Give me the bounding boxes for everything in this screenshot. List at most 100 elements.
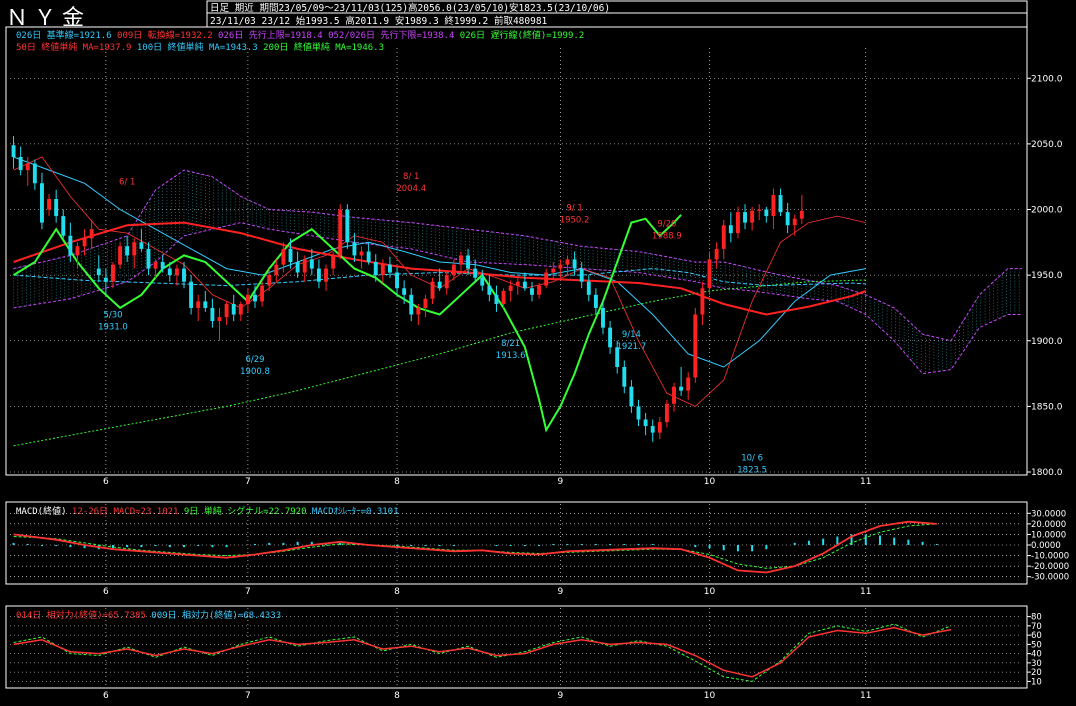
rsi-lines: [13, 623, 952, 682]
header-line-2: 23/11/03 23/12 始1993.5 高2011.9 安1989.3 終…: [210, 15, 548, 27]
rsi-legend: 014日 相対力(終値)=65.7385 009日 相対力(終値)=68.433…: [16, 609, 281, 621]
candle-body: [459, 255, 463, 265]
main-legend-row-2-item: 200日 終値単純 MA=1946.3: [258, 41, 384, 53]
price-annotation: 5/30: [103, 310, 122, 320]
candle-body: [189, 281, 194, 308]
candle-body: [11, 145, 16, 157]
rsi9-line: [13, 623, 952, 682]
chart-root: ＮＹ金 日足 期近 期間23/05/09～23/11/03(125)高2056.…: [5, 0, 1069, 701]
candle-body: [402, 288, 407, 295]
price-annotation: 2004.4: [396, 184, 426, 194]
price-annotation: 9/14: [622, 330, 641, 340]
candle-body: [437, 281, 442, 289]
candle-body: [82, 238, 87, 247]
candle-body: [380, 264, 385, 276]
macd-xtick-label: 8: [394, 587, 400, 597]
macd-histogram: [12, 534, 938, 552]
candle-body: [224, 304, 229, 318]
price-annotation: 9/ 1: [566, 204, 582, 214]
candle-body: [565, 259, 570, 265]
rsi-xtick-label: 7: [245, 691, 251, 701]
candle-body: [593, 294, 598, 308]
candle-body: [210, 307, 215, 322]
candle-body: [68, 235, 73, 256]
macd-xtick-label: 11: [860, 587, 871, 597]
header-line-1: 日足 期近 期間23/05/09～23/11/03(125)高2056.0(23…: [210, 2, 610, 14]
rsi-xtick-label: 6: [103, 691, 109, 701]
candle-body: [636, 406, 641, 420]
candle-body: [352, 242, 357, 256]
price-annotation: 8/21: [501, 339, 520, 349]
candle-body: [572, 259, 577, 269]
candle-body: [778, 195, 783, 213]
candle-body: [182, 268, 186, 282]
candle-body: [672, 386, 676, 404]
candle-body: [451, 264, 456, 276]
candle-body: [302, 259, 307, 273]
price-y-axis: 1800.0 1850.0 1900.0 1950.0 2000.0 2050.0 2100…: [1027, 74, 1063, 478]
candle-body: [295, 262, 300, 273]
candle-body: [111, 264, 115, 282]
candle-body: [643, 419, 648, 427]
price-annotations: 6/ 1 5/30 1931.0 6/29 1900.8 8/ 1 2004.4 8/21 19…: [98, 172, 767, 475]
candle-body: [316, 268, 321, 282]
candle-body: [281, 248, 286, 265]
candle-body: [430, 281, 435, 299]
cloud-upper-span: [13, 169, 1022, 342]
candle-body: [601, 307, 605, 328]
candle-body: [238, 304, 243, 315]
macd-xtick-label: 6: [103, 587, 109, 597]
candle-body: [217, 317, 222, 322]
rsi-xtick-label: 10: [704, 691, 716, 701]
candle-body: [714, 248, 719, 260]
price-annotation: 1823.5: [737, 465, 767, 475]
candle-body: [373, 262, 378, 276]
candle-body: [89, 229, 94, 239]
macd-ytick-label: -10.0000: [1031, 552, 1069, 562]
price-annotation: 1988.9: [652, 231, 682, 241]
candle-body: [338, 209, 343, 256]
price-xtick-label: 6: [103, 477, 109, 487]
macd-xtick-label: 9: [558, 587, 564, 597]
main-legend-row-2-item: 100日 終値単純 MA=1943.3: [131, 41, 257, 53]
macd-legend: MACD(終値) 12-26日 MACD=23.1021 9日 単純 シグナル=…: [16, 505, 399, 517]
candle-body: [650, 426, 655, 433]
candle-body: [260, 285, 265, 302]
main-legend-row-1-item: 026日 先行上限=1918.4: [213, 29, 323, 41]
price-ytick-label: 1900.0: [1031, 337, 1063, 347]
candle-body: [466, 255, 471, 269]
candle-body: [522, 281, 527, 289]
macd-ytick-label: -20.0000: [1031, 562, 1069, 572]
macd-x-axis: 6 7 8 9 10 11: [103, 587, 871, 597]
rsi-y-axis: 8070605040302010: [1027, 613, 1042, 687]
price-annotation: 8/ 1: [403, 172, 419, 182]
main-legend-row-1-item: 026日 遅行線(終値)=1999.2: [454, 29, 584, 41]
price-annotation: 1900.8: [240, 367, 270, 377]
candle-body: [480, 277, 485, 286]
price-ytick-label: 2100.0: [1031, 74, 1063, 84]
price-xtick-label: 7: [245, 477, 251, 487]
price-ytick-label: 1950.0: [1031, 271, 1063, 281]
macd-ytick-label: 10.0000: [1031, 530, 1066, 540]
candle-body: [501, 290, 506, 304]
candle-body: [387, 264, 392, 273]
candle-body: [146, 248, 151, 269]
candle-body: [743, 212, 747, 223]
candle-body: [274, 264, 279, 276]
main-legend-row-1-item: 009日 転換線=1932.2: [112, 29, 213, 41]
candle-body: [515, 281, 520, 286]
candle-body: [686, 377, 691, 391]
candle-body: [54, 199, 59, 217]
candle-body: [487, 285, 492, 295]
kijun-line: [13, 156, 866, 368]
candle-body: [132, 242, 137, 256]
macd-lines: [13, 520, 937, 574]
candle-body: [324, 268, 328, 282]
candle-body: [735, 212, 740, 234]
candle-body: [118, 246, 123, 265]
macd-legend-item: 9日 単純 シグナル=22.7920: [178, 505, 306, 517]
candle-body: [245, 294, 250, 304]
candle-body: [331, 255, 336, 269]
price-ytick-label: 2000.0: [1031, 206, 1063, 216]
candle-body: [771, 195, 776, 217]
